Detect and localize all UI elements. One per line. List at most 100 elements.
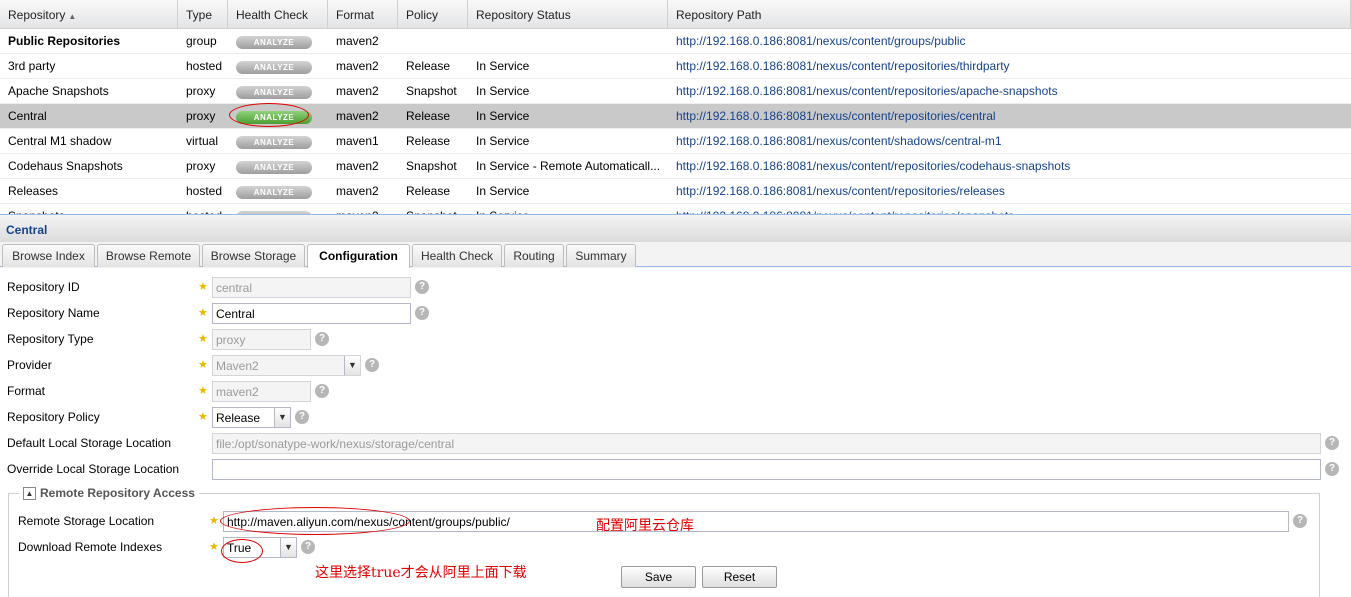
tab-browse-remote[interactable]: Browse Remote xyxy=(97,244,200,267)
repository-path-cell: http://192.168.0.186:8081/nexus/content/… xyxy=(676,34,966,48)
table-row[interactable]: Releases hosted ANALYZE maven2 Release In Ser… xyxy=(0,179,1351,204)
tab-browse-index[interactable]: Browse Index xyxy=(2,244,95,267)
column-header-repository[interactable]: Repository ▲ xyxy=(0,0,178,28)
help-icon[interactable]: ? xyxy=(415,280,429,294)
help-icon[interactable]: ? xyxy=(295,410,309,424)
table-row[interactable]: SnapshotshostedANALYZEmaven2SnapshotIn S… xyxy=(0,204,1351,214)
health-check-cell: ANALYZE xyxy=(228,29,328,53)
required-star-icon: ★ xyxy=(198,333,208,345)
repository-type-cell: group xyxy=(186,34,217,48)
column-header-path[interactable]: Repository Path xyxy=(668,0,1351,28)
repository-type-cell: proxy xyxy=(186,159,216,173)
chevron-down-icon[interactable]: ▼ xyxy=(274,408,290,427)
override-local-storage-label: Override Local Storage Location xyxy=(7,462,180,476)
column-header-status[interactable]: Repository Status xyxy=(468,0,668,28)
analyze-button[interactable]: ANALYZE xyxy=(236,36,312,49)
repository-name-field[interactable]: Central xyxy=(212,303,411,324)
table-row[interactable]: Apache Snapshots proxy ANALYZE maven2 Snapsh… xyxy=(0,79,1351,104)
help-icon[interactable]: ? xyxy=(415,306,429,320)
chevron-down-icon[interactable]: ▼ xyxy=(344,356,360,375)
format-field[interactable]: maven2 xyxy=(212,381,311,402)
repository-name-cell: 3rd party xyxy=(8,59,56,73)
help-icon[interactable]: ? xyxy=(301,540,315,554)
tab-health-check[interactable]: Health Check xyxy=(412,244,502,267)
repository-name-cell: Releases xyxy=(8,184,59,198)
analyze-button[interactable]: ANALYZE xyxy=(236,86,312,99)
table-row[interactable]: 3rd party hosted ANALYZE maven2 Release In Se… xyxy=(0,54,1351,79)
repository-name-cell: Codehaus Snapshots xyxy=(8,159,123,173)
download-remote-indexes-label: Download Remote Indexes xyxy=(18,540,163,554)
repository-type-field[interactable]: proxy xyxy=(212,329,311,350)
repository-policy-select[interactable]: Release ▼ xyxy=(212,407,291,428)
column-header-format[interactable]: Format xyxy=(328,0,398,28)
repository-name-cell: Central M1 shadow xyxy=(8,134,112,148)
required-star-icon: ★ xyxy=(209,515,219,527)
repository-path-cell: http://192.168.0.186:8081/nexus/content/… xyxy=(676,109,996,123)
download-remote-indexes-select[interactable]: True ▼ xyxy=(223,537,297,558)
chevron-down-icon[interactable]: ▼ xyxy=(280,538,296,557)
repository-format-cell: maven2 xyxy=(328,204,398,214)
analyze-button[interactable]: ANALYZE xyxy=(236,61,312,74)
table-row[interactable]: Public Repositories group ANALYZE maven2 htt… xyxy=(0,29,1351,54)
repository-policy-cell: Snapshot xyxy=(406,84,457,98)
health-check-cell: ANALYZE xyxy=(228,129,328,153)
format-label: Format xyxy=(7,384,46,398)
repository-name-cell: Apache Snapshots xyxy=(8,84,109,98)
analyze-button[interactable]: ANALYZE xyxy=(236,111,312,124)
repository-policy-cell: Snapshot xyxy=(398,204,468,214)
default-local-storage-field[interactable]: file:/opt/sonatype-work/nexus/storage/ce… xyxy=(212,433,1321,454)
help-icon[interactable]: ? xyxy=(365,358,379,372)
repository-path-cell: http://192.168.0.186:8081/nexus/content/… xyxy=(676,84,1058,98)
repository-status-cell: In Service - Remote Automaticall... xyxy=(476,159,661,173)
annotation-true-note: 这里选择true才会从阿里上面下载 xyxy=(315,565,527,581)
provider-select[interactable]: Maven2 ▼ xyxy=(212,355,361,376)
tab-summary[interactable]: Summary xyxy=(566,244,636,267)
panel-title: Central xyxy=(0,215,1351,242)
analyze-button[interactable]: ANALYZE xyxy=(236,136,312,149)
health-check-cell: ANALYZE xyxy=(228,204,328,214)
save-button[interactable]: Save xyxy=(621,566,696,588)
remote-storage-location-label: Remote Storage Location xyxy=(18,514,155,528)
repository-format-cell: maven2 xyxy=(336,184,379,198)
help-icon[interactable]: ? xyxy=(1325,462,1339,476)
repository-policy-cell: Release xyxy=(406,59,451,73)
tab-routing[interactable]: Routing xyxy=(504,244,564,267)
repository-format-cell: maven1 xyxy=(336,134,379,148)
override-local-storage-field[interactable] xyxy=(212,459,1321,480)
collapse-toggle-icon[interactable]: ▲ xyxy=(23,486,36,500)
table-row[interactable]: Codehaus Snapshots proxy ANALYZE maven2 Snap… xyxy=(0,154,1351,179)
help-icon[interactable]: ? xyxy=(315,332,329,346)
required-star-icon: ★ xyxy=(198,359,208,371)
repository-type-cell: hosted xyxy=(178,204,228,214)
table-row[interactable]: Central M1 shadow virtual ANALYZE maven1 Rel… xyxy=(0,129,1351,154)
default-local-storage-label: Default Local Storage Location xyxy=(7,436,172,450)
help-icon[interactable]: ? xyxy=(315,384,329,398)
remote-storage-location-field[interactable]: http://maven.aliyun.com/nexus/content/gr… xyxy=(223,511,1289,532)
column-header-policy[interactable]: Policy xyxy=(398,0,468,28)
repository-status-cell: In Service xyxy=(468,204,668,214)
configuration-form: Repository ID ★ central ? Repository Nam… xyxy=(0,268,1351,597)
reset-button[interactable]: Reset xyxy=(702,566,777,588)
table-row[interactable]: Central proxy ANALYZE maven2 Release In Servi… xyxy=(0,104,1351,129)
required-star-icon: ★ xyxy=(198,411,208,423)
repository-detail-panel: Central Browse Index Browse Remote Brows… xyxy=(0,215,1351,597)
repository-id-field[interactable]: central xyxy=(212,277,411,298)
analyze-button[interactable]: ANALYZE xyxy=(236,161,312,174)
repository-format-cell: maven2 xyxy=(336,159,379,173)
repository-status-cell: In Service xyxy=(476,84,530,98)
analyze-button[interactable]: ANALYZE xyxy=(236,186,312,199)
fieldset-legend: ▲ Remote Repository Access xyxy=(19,486,199,500)
health-check-cell: ANALYZE xyxy=(228,104,328,128)
repository-path-cell: http://192.168.0.186:8081/nexus/content/… xyxy=(676,159,1071,173)
help-icon[interactable]: ? xyxy=(1325,436,1339,450)
repository-policy-cell: Snapshot xyxy=(406,159,457,173)
tab-configuration[interactable]: Configuration xyxy=(307,244,410,268)
health-check-cell: ANALYZE xyxy=(228,79,328,103)
tab-browse-storage[interactable]: Browse Storage xyxy=(202,244,305,267)
sort-ascending-icon: ▲ xyxy=(68,12,77,21)
column-header-health-check[interactable]: Health Check xyxy=(228,0,328,28)
column-header-type[interactable]: Type xyxy=(178,0,228,28)
help-icon[interactable]: ? xyxy=(1293,514,1307,528)
repository-format-cell: maven2 xyxy=(336,109,379,123)
repository-name-label: Repository Name xyxy=(7,306,100,320)
